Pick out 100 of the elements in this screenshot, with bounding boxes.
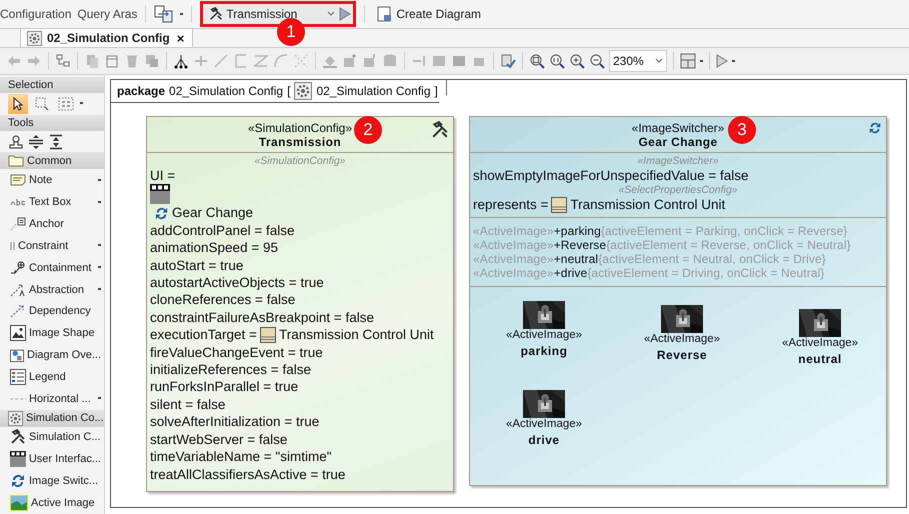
zoom-in-icon[interactable] [569,53,585,69]
part-text: «ActiveImage»+neutral{activeElement = Neutral, onClick = Drive} [473,252,827,266]
gui-icon [10,449,26,470]
property-text: runForksInParallel = true [150,378,300,396]
frame-icon[interactable] [104,53,120,69]
tree-icon[interactable] [55,53,71,69]
reference-text: Transmission Control Unit [570,196,726,214]
palette-item[interactable]: Containment [0,256,104,279]
palette-header: Selection [0,77,104,93]
palette-item[interactable]: Active Image [0,492,104,514]
caret-icon [655,58,663,64]
align-icon[interactable] [48,134,64,150]
palette-item[interactable]: Text Box [0,191,104,214]
add-shape-icon[interactable] [342,53,358,69]
transfer-icon[interactable] [154,5,174,23]
refresh-icon [868,121,882,135]
image-name: Reverse [656,348,708,362]
folder-icon [8,154,24,168]
landscape-icon [10,494,28,511]
pointer-tool[interactable] [8,94,28,114]
palette-header[interactable]: Simulation Co... [0,410,104,427]
menu-item[interactable]: Query Aras [77,7,138,21]
stereotype-label: «ActiveImage» [782,336,858,349]
close-button[interactable]: × [174,30,186,46]
play-icon[interactable] [716,54,728,68]
play-icon[interactable] [339,7,352,21]
palette-item[interactable]: Image Shape [0,322,104,344]
palette-item[interactable]: Abstraction [0,278,104,300]
frame-reference: 02_Simulation Config [316,84,431,98]
stereotype-label: «SimulationConfig» [248,121,352,135]
palette-header[interactable]: Common [0,152,104,170]
marquee-icon [35,96,49,111]
simulation-config-block[interactable] [146,116,454,492]
stereotype-label: «ActiveImage» [506,328,582,341]
palette-item[interactable]: Legend [0,366,104,388]
property-text: constraintFailureAsBreakpoint = false [150,308,375,326]
zoom-select[interactable]: 230% [609,50,667,72]
property-text: showEmptyImageForUnspecifiedValue = false [473,167,750,184]
part-text: «ActiveImage»+Reverse{activeElement = Reverse, onClick = Neutral} [473,238,852,252]
editor-tab[interactable]: 02_Simulation Config × [20,28,194,47]
palette-item[interactable]: Horizontal ... [0,388,104,410]
gui-icon [150,184,170,204]
property-text: initializeReferences = false [150,361,312,378]
palette-item[interactable]: Diagram Ove... [0,344,104,366]
block-icon [260,326,276,343]
image-name: neutral [798,352,842,366]
palette-item[interactable]: Note [0,169,104,192]
zoom-actual-icon[interactable] [549,53,565,69]
containment-icon [10,260,26,275]
property-text: autostartActiveObjects = true [150,274,325,292]
gear-icon [8,410,23,426]
property-text: fireValueChangeEvent = true [150,344,324,362]
property-text: timeVariableName = "simtime" [150,448,333,466]
create-diagram-button[interactable]: Create Diagram [373,4,486,24]
palette-item[interactable]: Image Switc... [0,470,104,492]
image-switcher-block[interactable] [469,116,887,486]
image-name: drive [528,432,560,447]
gear-icon [294,82,312,100]
tools-icon [10,429,26,446]
part-text: «ActiveImage»+drive{activeElement = Driving, onClick = Neutral} [473,266,826,280]
palette-item[interactable]: Simulation C... [0,426,104,448]
hierarchy-icon[interactable] [173,53,189,69]
block-name: Gear Change [638,135,718,149]
stereotype-label: «SelectPropertiesConfig» [618,184,738,196]
palette-header: Tools [0,114,104,131]
property-text: treatAllClassifiersAsActive = true [150,466,346,483]
legend-icon [10,368,26,385]
palette-item[interactable]: Dependency [0,300,104,322]
reference-text: Gear Change [172,204,254,222]
validate-icon[interactable] [500,53,516,69]
note-icon [10,174,26,186]
zoom-out-icon[interactable] [589,53,605,69]
stamp-icon[interactable] [8,134,24,150]
bracket-text: ] [434,84,438,98]
anchor-icon [10,216,26,231]
refresh-icon [10,473,26,490]
parallel-lines-icon [10,240,15,251]
dashed-line-icon [10,396,26,401]
pointer-icon [13,96,23,111]
abstraction-icon [10,282,26,296]
distribute-icon[interactable] [28,134,44,150]
bracket-text: [ [287,84,290,98]
property-text: animationSpeed = 95 [150,239,279,257]
property-text: startWebServer = false [150,430,288,448]
property-text: solveAfterInitialization = true [150,413,320,431]
zoom-fit-icon[interactable] [529,53,545,69]
property-text: executionTarget = [150,326,257,344]
palette-item[interactable]: Anchor [0,213,104,235]
block-icon [551,197,568,214]
property-text: addControlPanel = false [150,222,296,240]
menu-item[interactable]: Configuration [0,7,72,21]
frame-keyword: package [117,84,166,98]
layout-diagram-icon[interactable] [680,53,696,69]
reference-text: Transmission Control Unit [278,326,434,344]
palette-item[interactable]: Constraint [0,234,104,257]
palette-item[interactable]: User Interfac... [0,448,104,470]
stereotype-label: «SimulationConfig» [254,155,346,167]
frame-name: 02_Simulation Config [169,84,284,98]
property-text: represents = [473,196,548,214]
tools-icon [431,121,449,139]
